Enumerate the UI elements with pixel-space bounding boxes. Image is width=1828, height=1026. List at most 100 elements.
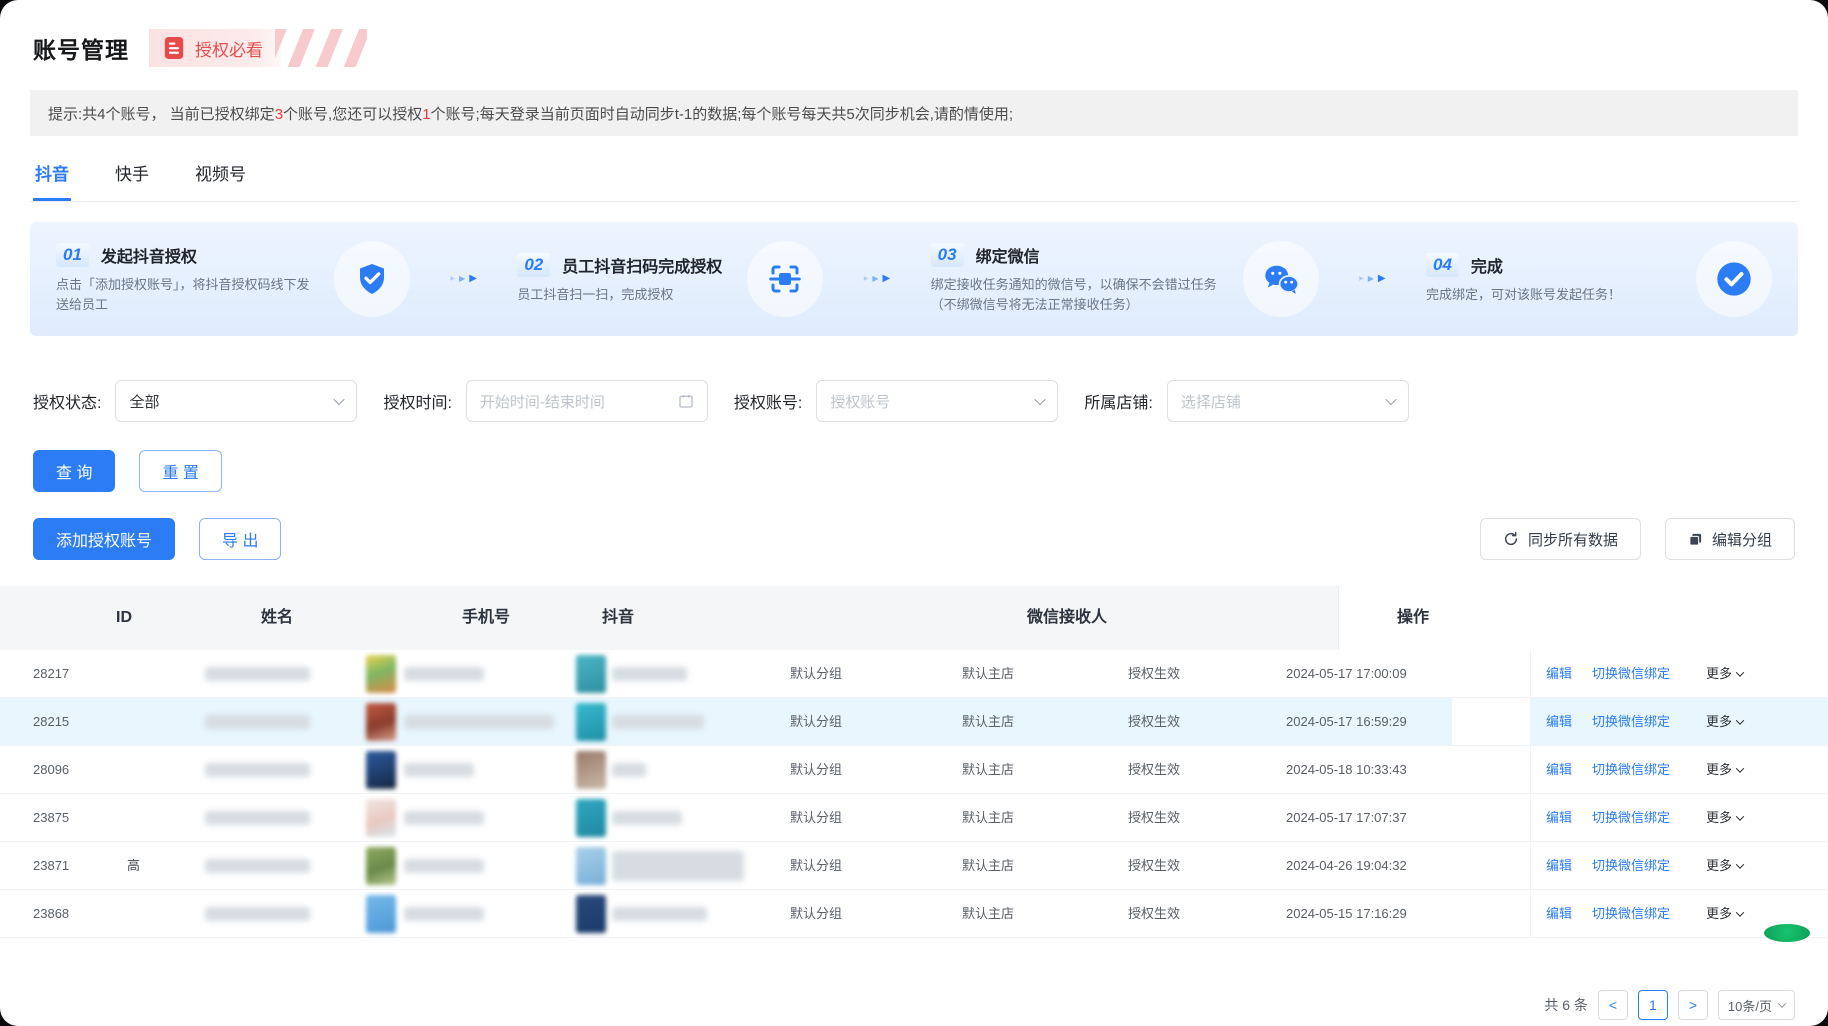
shield-check-icon: [334, 241, 410, 317]
add-authorized-account-button[interactable]: 添加授权账号: [33, 518, 175, 560]
edit-link[interactable]: 编辑: [1546, 794, 1572, 842]
edit-group-button[interactable]: 编辑分组: [1665, 518, 1795, 560]
time-cell: 2024-05-15 17:16:29: [1286, 890, 1407, 938]
more-dropdown[interactable]: 更多: [1706, 842, 1743, 890]
status-cell: 授权生效: [1128, 698, 1180, 746]
circle-check-icon: [1696, 241, 1772, 317]
redacted-name: [205, 763, 310, 777]
edit-link[interactable]: 编辑: [1546, 650, 1572, 698]
group-cell: 默认分组: [790, 842, 842, 890]
chevron-down-icon: [1736, 860, 1744, 868]
col-header-actions: 操作: [1397, 586, 1429, 650]
redacted-douyin-nickname: [612, 811, 682, 825]
account-management-page: 账号管理 授权必看 提示:共4个账号， 当前已授权绑定3个账号,您还可以授权1个…: [0, 0, 1828, 1026]
table-header: ID 姓名 手机号 抖音 微信接收人 操作: [0, 586, 1828, 650]
avatar: [366, 895, 396, 933]
redacted-name: [205, 907, 310, 921]
redacted-phone: [404, 763, 474, 777]
row-id: 28217: [33, 650, 69, 698]
switch-wechat-binding-link[interactable]: 切换微信绑定: [1592, 842, 1670, 890]
step-3-description: 绑定接收任务通知的微信号，以确保不会错过任务（不绑微信号将无法正常接收任务）: [931, 275, 1223, 315]
redacted-douyin-nickname: [612, 851, 744, 881]
filter-account-placeholder: 授权账号: [830, 391, 890, 412]
avatar: [576, 895, 606, 933]
shop-cell: 默认主店: [962, 890, 1014, 938]
pagination: 共 6 条 < 1 > 10条/页: [1544, 990, 1795, 1020]
chevron-down-icon: [1736, 716, 1744, 724]
more-dropdown[interactable]: 更多: [1706, 698, 1743, 746]
authorization-steps-banner: 01 发起抖音授权 点击「添加授权账号」，将抖音授权码线下发送给员工 ▶▶▶ 0…: [30, 222, 1798, 336]
edit-link[interactable]: 编辑: [1546, 698, 1572, 746]
sync-all-data-button[interactable]: 同步所有数据: [1480, 518, 1641, 560]
switch-wechat-binding-link[interactable]: 切换微信绑定: [1592, 890, 1670, 938]
avatar: [576, 703, 606, 741]
switch-wechat-binding-link[interactable]: 切换微信绑定: [1592, 698, 1670, 746]
step-1: 01 发起抖音授权 点击「添加授权账号」，将抖音授权码线下发送给员工: [56, 241, 410, 317]
page-size-select[interactable]: 10条/页: [1718, 990, 1795, 1020]
step-arrow-icon: ▶▶▶: [1359, 274, 1385, 284]
redacted-name: [205, 667, 310, 681]
more-dropdown[interactable]: 更多: [1706, 650, 1743, 698]
shop-cell: 默认主店: [962, 794, 1014, 842]
switch-wechat-binding-link[interactable]: 切换微信绑定: [1592, 746, 1670, 794]
step-1-number: 01: [56, 243, 89, 267]
avatar: [576, 847, 606, 885]
step-arrow-icon: ▶▶▶: [450, 274, 476, 284]
copy-icon: [1688, 532, 1703, 547]
page-title: 账号管理: [33, 31, 129, 65]
query-button[interactable]: 查 询: [33, 450, 115, 492]
more-dropdown[interactable]: 更多: [1706, 890, 1743, 938]
filter-shop-placeholder: 选择店铺: [1181, 391, 1241, 412]
authorization-notice-badge[interactable]: 授权必看: [149, 29, 281, 67]
group-cell: 默认分组: [790, 746, 842, 794]
tab-kuaishou[interactable]: 快手: [113, 150, 151, 201]
refresh-icon: [1503, 531, 1519, 547]
step-4-number: 04: [1426, 253, 1459, 277]
filter-time-range-input[interactable]: 开始时间-结束时间: [466, 380, 708, 422]
wechat-icon: [1243, 241, 1319, 317]
floating-widget[interactable]: [1764, 924, 1810, 942]
switch-wechat-binding-link[interactable]: 切换微信绑定: [1592, 794, 1670, 842]
total-count: 共 6 条: [1544, 995, 1588, 1015]
tab-shipinhao[interactable]: 视频号: [193, 150, 248, 201]
next-page-button[interactable]: >: [1678, 990, 1708, 1020]
more-dropdown[interactable]: 更多: [1706, 746, 1743, 794]
table-row: 23868 默认分组 默认主店 授权生效 2024-05-15 17:16:29…: [0, 890, 1828, 938]
edit-link[interactable]: 编辑: [1546, 890, 1572, 938]
chevron-down-icon: [1385, 394, 1396, 405]
filter-bar: 授权状态: 全部 授权时间: 开始时间-结束时间 授权账号: 授权账号: [33, 380, 1795, 422]
tab-douyin[interactable]: 抖音: [33, 150, 71, 201]
filter-account-select[interactable]: 授权账号: [816, 380, 1058, 422]
chevron-down-icon: [1736, 908, 1744, 916]
row-id: 23868: [33, 890, 69, 938]
redacted-phone: [404, 715, 554, 729]
filter-time-placeholder: 开始时间-结束时间: [480, 391, 605, 412]
reset-button[interactable]: 重 置: [139, 450, 221, 492]
tip-text: 提示:共4个账号， 当前已授权绑定: [48, 106, 275, 123]
table-row: 23875 默认分组 默认主店 授权生效 2024-05-17 17:07:37…: [0, 794, 1828, 842]
table-actions: 添加授权账号 导 出 同步所有数据 编辑分组: [33, 518, 1795, 560]
switch-wechat-binding-link[interactable]: 切换微信绑定: [1592, 650, 1670, 698]
document-icon: [163, 36, 185, 60]
filter-status-select[interactable]: 全部: [115, 380, 357, 422]
col-header-id: ID: [116, 586, 132, 650]
prev-page-button[interactable]: <: [1598, 990, 1628, 1020]
row-id: 28096: [33, 746, 69, 794]
shop-cell: 默认主店: [962, 842, 1014, 890]
edit-link[interactable]: 编辑: [1546, 842, 1572, 890]
filter-shop-select[interactable]: 选择店铺: [1167, 380, 1409, 422]
export-button[interactable]: 导 出: [199, 518, 281, 560]
chevron-down-icon: [1778, 999, 1786, 1007]
page-number-1[interactable]: 1: [1638, 990, 1668, 1020]
step-1-title: 发起抖音授权: [101, 243, 197, 267]
chevron-down-icon: [334, 394, 345, 405]
step-2: 02 员工抖音扫码完成授权 员工抖音扫一扫，完成授权: [517, 241, 823, 317]
redacted-douyin-nickname: [612, 715, 704, 729]
badge-label: 授权必看: [195, 36, 263, 61]
more-dropdown[interactable]: 更多: [1706, 794, 1743, 842]
badge-stripes-decoration: [275, 29, 367, 67]
shop-cell: 默认主店: [962, 698, 1014, 746]
tip-bound-count: 3: [275, 106, 283, 123]
edit-link[interactable]: 编辑: [1546, 746, 1572, 794]
filter-time-label: 授权时间:: [383, 389, 451, 413]
